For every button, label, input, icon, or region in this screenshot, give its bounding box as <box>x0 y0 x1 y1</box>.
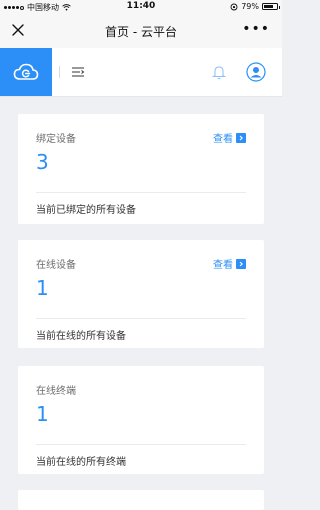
card-online-terminals: 在线终端 1 当前在线的所有终端 <box>18 366 264 474</box>
card-divider <box>36 318 246 319</box>
card-value: 3 <box>36 150 49 174</box>
status-right: 79% <box>230 2 280 11</box>
orientation-lock-icon <box>230 3 238 10</box>
chevron-right-icon <box>236 132 246 143</box>
view-link-label: 查看 <box>213 260 233 271</box>
cloud-logo-icon <box>13 63 39 80</box>
battery-percent: 79% <box>241 2 259 11</box>
header-divider <box>59 66 60 78</box>
card-divider <box>36 444 246 445</box>
close-icon[interactable] <box>10 22 26 38</box>
card-title: 在线设备 <box>36 260 76 271</box>
card-description: 当前在线的所有设备 <box>36 331 126 342</box>
status-bar: 中国移动 11:40 79% <box>0 0 282 13</box>
card-online-devices: 在线设备 查看 1 当前在线的所有设备 <box>18 240 264 348</box>
battery-icon <box>262 3 280 10</box>
card-description: 当前已绑定的所有设备 <box>36 205 136 216</box>
card-partial <box>18 490 264 510</box>
card-divider <box>36 192 246 193</box>
user-avatar-icon[interactable] <box>246 62 266 82</box>
view-link-label: 查看 <box>213 134 233 145</box>
card-title: 在线终端 <box>36 386 76 397</box>
more-icon[interactable]: ••• <box>242 22 270 36</box>
card-value: 1 <box>36 276 49 300</box>
card-title: 绑定设备 <box>36 134 76 145</box>
menu-toggle-icon[interactable] <box>70 64 86 80</box>
logo-button[interactable] <box>0 48 52 96</box>
page-title: 首页 - 云平台 <box>105 25 177 39</box>
chevron-right-icon <box>236 258 246 269</box>
bell-icon[interactable] <box>212 64 226 80</box>
view-bound-devices-link[interactable]: 查看 <box>213 130 246 145</box>
card-description: 当前在线的所有终端 <box>36 457 126 468</box>
view-online-devices-link[interactable]: 查看 <box>213 256 246 271</box>
card-value: 1 <box>36 402 49 426</box>
app-header <box>0 48 282 97</box>
card-bound-devices: 绑定设备 查看 3 当前已绑定的所有设备 <box>18 114 264 224</box>
battery-fill <box>264 5 274 8</box>
nav-bar: 首页 - 云平台 ••• <box>0 13 282 48</box>
